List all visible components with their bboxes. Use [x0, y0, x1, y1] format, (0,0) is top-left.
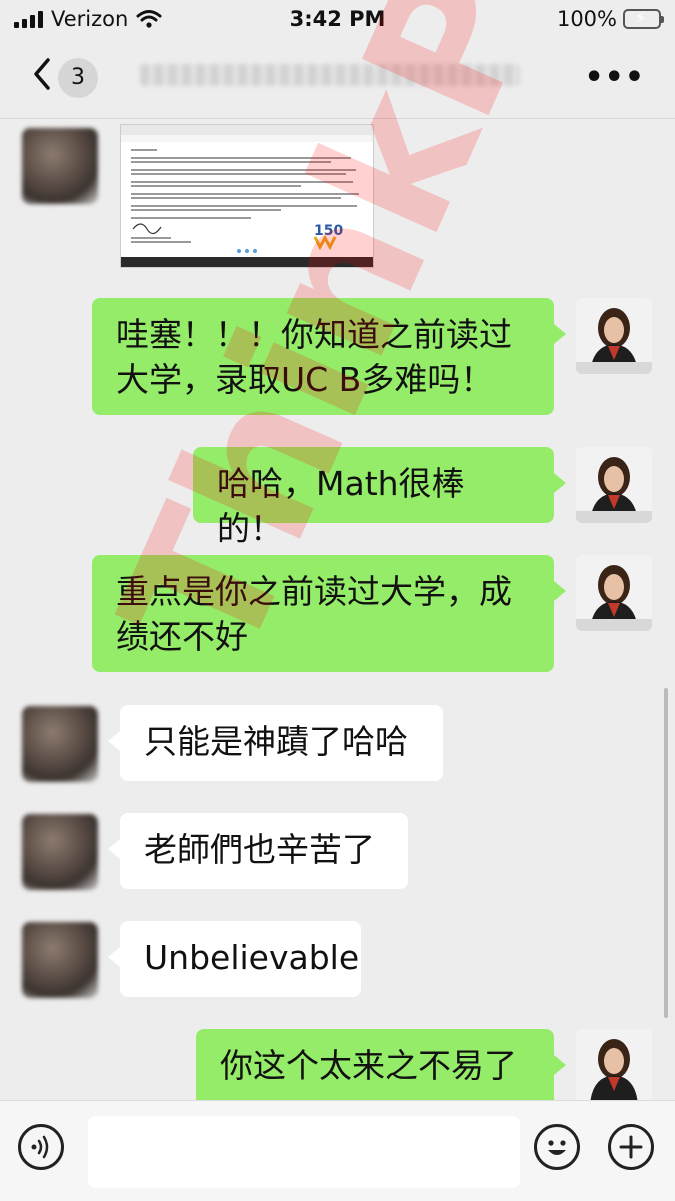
avatar-photo — [576, 298, 652, 374]
chat-bubble-other[interactable]: 老師們也辛苦了 — [108, 813, 408, 889]
avatar-photo — [576, 447, 652, 523]
avatar-photo — [576, 1029, 652, 1100]
input-bar — [0, 1100, 675, 1201]
avatar[interactable] — [22, 706, 98, 782]
avatar[interactable] — [576, 555, 652, 631]
plus-icon[interactable] — [608, 1124, 654, 1170]
avatar[interactable] — [22, 922, 98, 998]
avatar-photo — [576, 555, 652, 631]
avatar[interactable] — [576, 447, 652, 523]
voice-icon[interactable] — [18, 1124, 64, 1170]
unread-badge[interactable]: 3 — [58, 58, 98, 98]
avatar[interactable] — [22, 128, 98, 204]
chat-bubble-self[interactable]: 你这个太来之不易了 — [196, 1029, 566, 1100]
message-text: 老師們也辛苦了 — [144, 830, 375, 869]
message-text: 你这个太来之不易了 — [220, 1046, 517, 1085]
message-input[interactable] — [88, 1116, 520, 1188]
chat-bubble-other[interactable]: Unbelievable — [108, 921, 361, 997]
chat-bubble-other[interactable]: 只能是神蹟了哈哈 — [108, 705, 443, 781]
avatar[interactable] — [576, 1029, 652, 1100]
message-text: 只能是神蹟了哈哈 — [144, 722, 408, 761]
scrollbar[interactable] — [664, 688, 668, 1018]
avatar[interactable] — [576, 298, 652, 374]
battery-icon: ⚡ — [623, 8, 664, 29]
avatar[interactable] — [22, 814, 98, 890]
emoji-icon[interactable] — [534, 1124, 580, 1170]
more-icon[interactable]: ••• — [584, 60, 645, 95]
message-text: Unbelievable — [144, 938, 360, 977]
